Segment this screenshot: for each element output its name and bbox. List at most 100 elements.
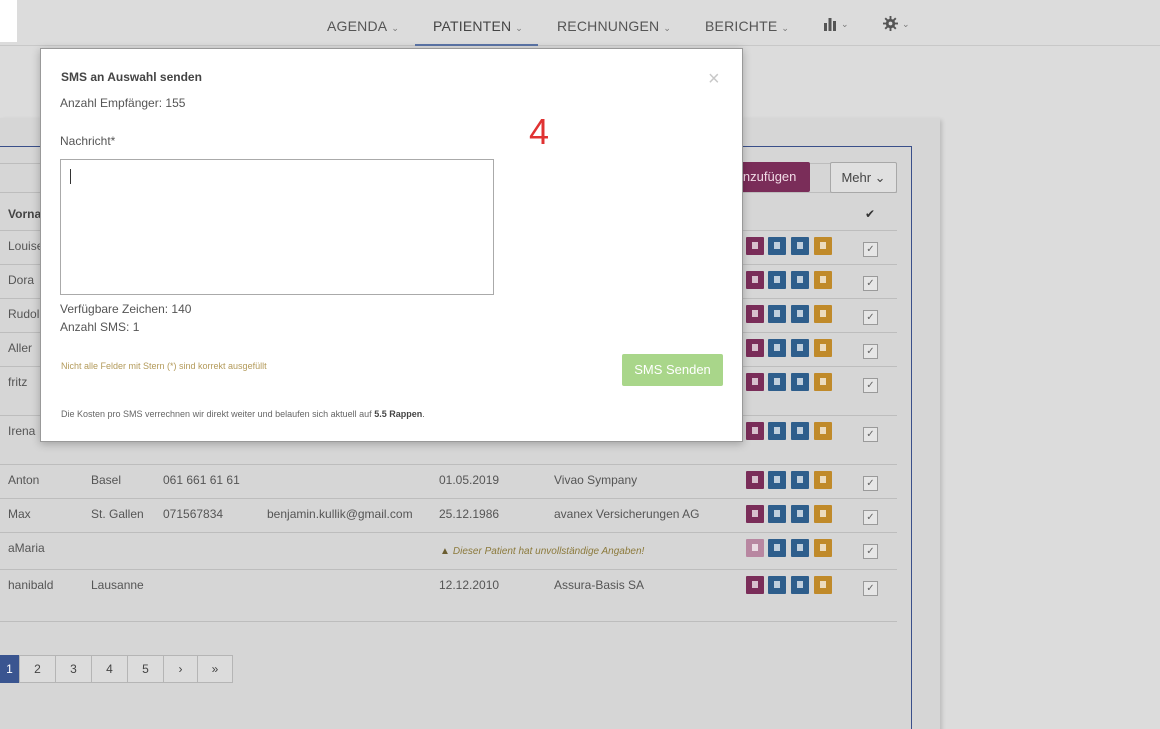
modal-title: SMS an Auswahl senden <box>61 70 202 84</box>
delete-icon[interactable] <box>814 505 832 523</box>
cell-firstname: Aller <box>8 341 33 355</box>
nav-rechnungen[interactable]: RECHNUNGEN ⌄ <box>557 0 671 46</box>
edit-icon[interactable] <box>791 237 809 255</box>
available-characters: Verfügbare Zeichen: 140 <box>60 302 192 316</box>
warning-icon: ▲ <box>440 546 450 557</box>
edit-icon[interactable] <box>791 505 809 523</box>
chevron-down-icon: ⌄ <box>515 23 524 33</box>
nav-berichte[interactable]: BERICHTE ⌄ <box>705 0 789 46</box>
list-icon[interactable] <box>768 539 786 557</box>
chevron-down-icon: ⌄ <box>841 19 849 29</box>
top-navigation: AGENDA ⌄ PATIENTEN ⌄ RECHNUNGEN ⌄ BERICHTE ⌄… <box>0 0 1160 46</box>
incomplete-warning: ▲ Dieser Patient hat unvollständige Angab… <box>440 546 644 557</box>
column-header-firstname[interactable]: Vorna <box>8 207 41 221</box>
column-header-select-icon[interactable]: ✔ <box>865 207 875 221</box>
list-icon[interactable] <box>768 576 786 594</box>
document-icon[interactable] <box>746 237 764 255</box>
edit-icon[interactable] <box>791 539 809 557</box>
delete-icon[interactable] <box>814 271 832 289</box>
delete-icon[interactable] <box>814 339 832 357</box>
row-select-checkbox[interactable]: ✓ <box>863 427 878 442</box>
edit-icon[interactable] <box>791 271 809 289</box>
row-select-checkbox[interactable]: ✓ <box>863 581 878 596</box>
edit-icon[interactable] <box>791 422 809 440</box>
chevron-down-icon: ⌄ <box>781 23 790 33</box>
annotation-number: 4 <box>529 111 550 152</box>
validation-hint: Nicht alle Felder mit Stern (*) sind kor… <box>61 361 267 371</box>
row-select-checkbox[interactable]: ✓ <box>863 544 878 559</box>
list-icon[interactable] <box>768 373 786 391</box>
list-icon[interactable] <box>768 505 786 523</box>
document-icon[interactable] <box>746 305 764 323</box>
delete-icon[interactable] <box>814 305 832 323</box>
row-select-checkbox[interactable]: ✓ <box>863 276 878 291</box>
nav-agenda[interactable]: AGENDA ⌄ <box>327 0 399 46</box>
row-select-checkbox[interactable]: ✓ <box>863 344 878 359</box>
edit-icon[interactable] <box>791 576 809 594</box>
cell-firstname: fritz <box>8 375 28 389</box>
delete-icon[interactable] <box>814 471 832 489</box>
logo[interactable] <box>0 0 17 42</box>
row-select-checkbox[interactable]: ✓ <box>863 242 878 257</box>
list-icon[interactable] <box>768 305 786 323</box>
edit-icon[interactable] <box>791 339 809 357</box>
cell-firstname: Max <box>8 507 31 521</box>
row-divider <box>0 532 897 533</box>
edit-icon[interactable] <box>791 373 809 391</box>
delete-icon[interactable] <box>814 422 832 440</box>
sms-modal: SMS an Auswahl senden × Anzahl Empfänger… <box>40 48 743 442</box>
document-icon[interactable] <box>746 539 764 557</box>
edit-icon[interactable] <box>791 305 809 323</box>
delete-icon[interactable] <box>814 576 832 594</box>
send-sms-button[interactable]: SMS Senden <box>622 354 723 386</box>
cell-firstname: Anton <box>8 473 40 487</box>
nav-settings[interactable]: ⌄ <box>883 16 910 34</box>
cell-firstname: aMaria <box>8 541 45 555</box>
document-icon[interactable] <box>746 422 764 440</box>
row-select-checkbox[interactable]: ✓ <box>863 510 878 525</box>
recipient-count: Anzahl Empfänger: 155 <box>60 96 186 110</box>
document-icon[interactable] <box>746 576 764 594</box>
document-icon[interactable] <box>746 339 764 357</box>
cell-firstname: hanibald <box>8 578 54 592</box>
row-select-checkbox[interactable]: ✓ <box>863 378 878 393</box>
list-icon[interactable] <box>768 271 786 289</box>
cell-firstname: Irena <box>8 424 36 438</box>
cell-birthdate: 25.12.1986 <box>439 507 500 521</box>
cell-phone: 071567834 <box>163 507 224 521</box>
page-3-button[interactable]: 3 <box>55 655 92 683</box>
document-icon[interactable] <box>746 505 764 523</box>
page-4-button[interactable]: 4 <box>91 655 128 683</box>
nav-patienten[interactable]: PATIENTEN ⌄ <box>415 0 538 46</box>
cell-city: Lausanne <box>91 578 144 592</box>
nav-statistics[interactable]: ⌄ <box>823 16 849 34</box>
more-button[interactable]: Mehr ⌄ <box>830 162 897 193</box>
delete-icon[interactable] <box>814 539 832 557</box>
add-patient-button[interactable]: inzufügen <box>736 162 810 192</box>
list-icon[interactable] <box>768 237 786 255</box>
row-select-checkbox[interactable]: ✓ <box>863 476 878 491</box>
document-icon[interactable] <box>746 471 764 489</box>
delete-icon[interactable] <box>814 373 832 391</box>
list-icon[interactable] <box>768 422 786 440</box>
cost-footer-text: Die Kosten pro SMS verrechnen wir direkt… <box>61 409 372 419</box>
edit-icon[interactable] <box>791 471 809 489</box>
list-icon[interactable] <box>768 471 786 489</box>
document-icon[interactable] <box>746 271 764 289</box>
last-page-button[interactable]: » <box>197 655 233 683</box>
next-page-button[interactable]: › <box>163 655 198 683</box>
page-2-button[interactable]: 2 <box>19 655 56 683</box>
cell-firstname: Rudol <box>8 307 40 321</box>
page-5-button[interactable]: 5 <box>127 655 164 683</box>
page-1-button[interactable]: 1 <box>0 655 20 683</box>
cost-price: 5.5 Rappen <box>374 409 423 419</box>
nav-agenda-label: AGENDA <box>327 18 388 34</box>
list-icon[interactable] <box>768 339 786 357</box>
message-textarea[interactable] <box>60 159 494 295</box>
delete-icon[interactable] <box>814 237 832 255</box>
row-select-checkbox[interactable]: ✓ <box>863 310 878 325</box>
text-cursor <box>70 169 71 184</box>
close-icon[interactable]: × <box>708 69 720 89</box>
chevron-down-icon: ⌄ <box>902 19 910 29</box>
document-icon[interactable] <box>746 373 764 391</box>
